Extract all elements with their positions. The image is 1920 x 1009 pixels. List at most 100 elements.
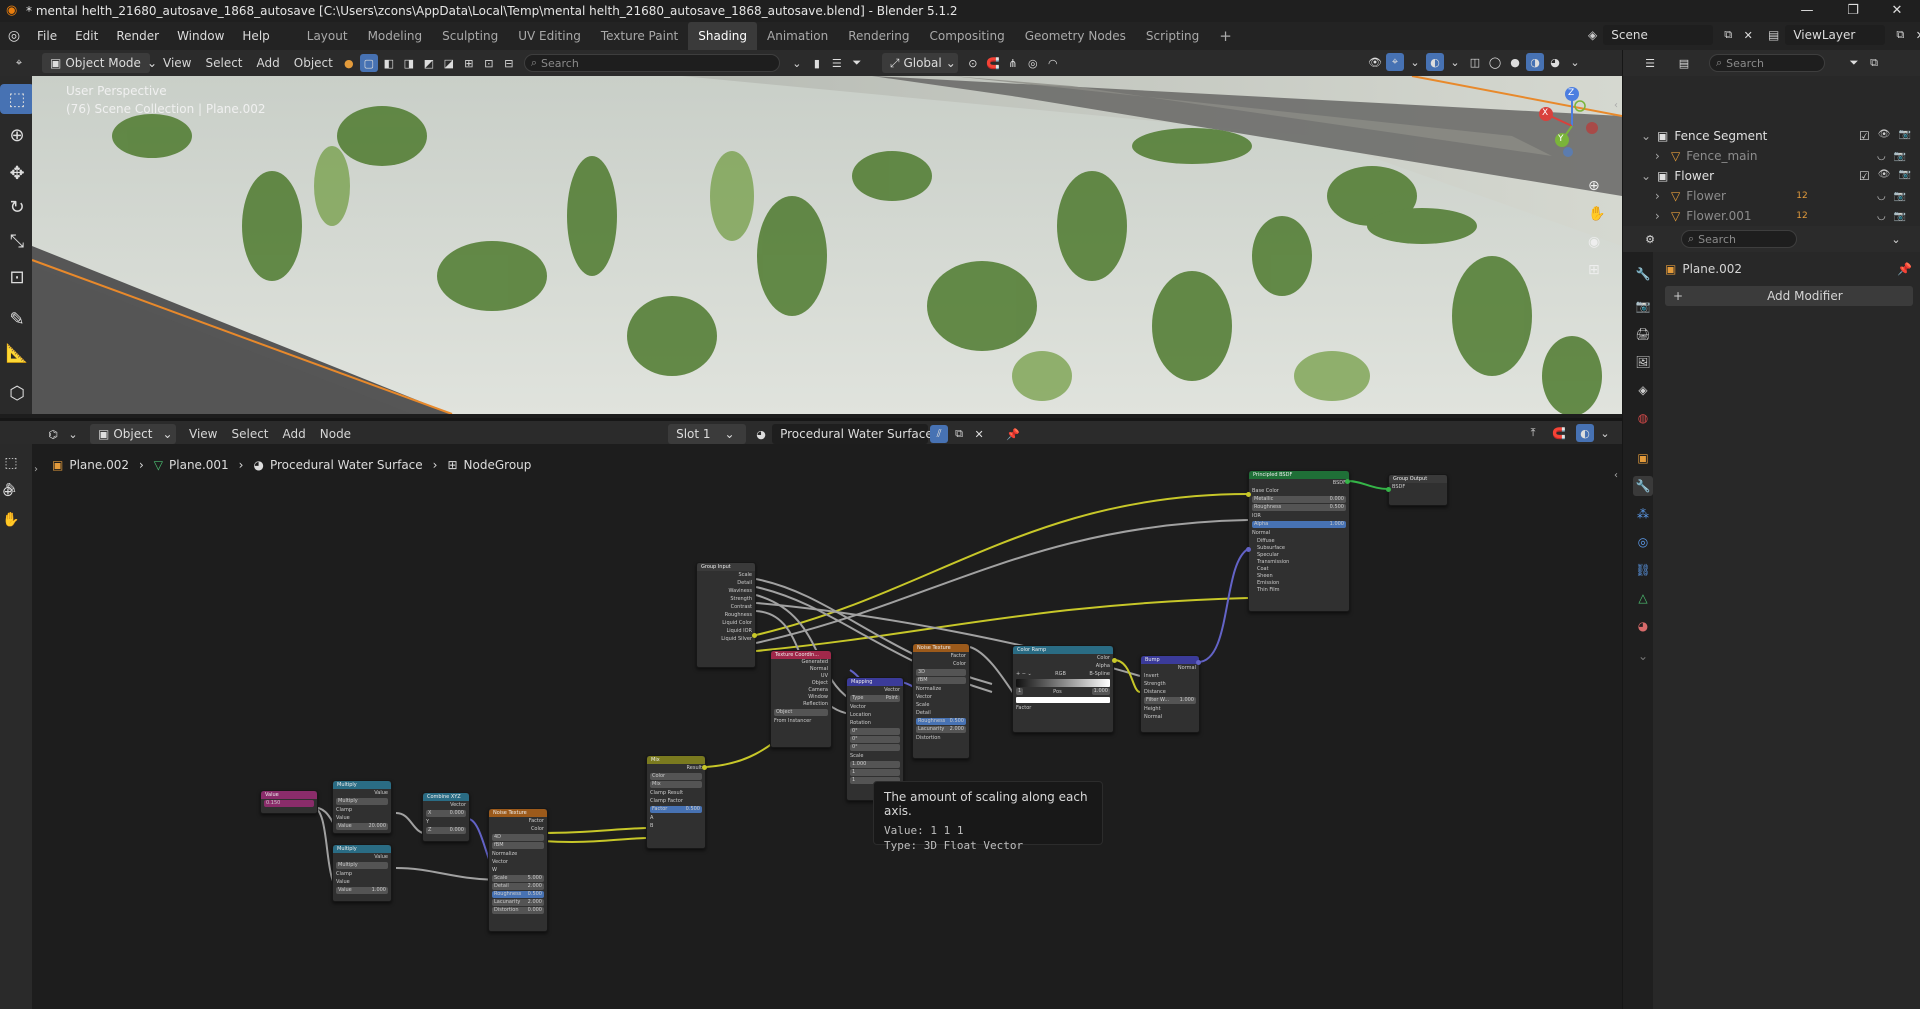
- pin-icon[interactable]: 📌: [1897, 262, 1912, 276]
- material-properties-icon[interactable]: ◕: [1633, 616, 1653, 636]
- more-tabs-icon[interactable]: ⌄: [1633, 646, 1653, 666]
- constraints-properties-icon[interactable]: ⛓: [1633, 560, 1653, 580]
- noise2-distortion-field[interactable]: Distortion 0.000: [492, 907, 544, 914]
- parent-node-tree-icon[interactable]: ⤒: [1524, 424, 1542, 442]
- noise2-dimension-dropdown[interactable]: 4D: [492, 834, 544, 841]
- noise-vector-row[interactable]: Vector: [913, 693, 969, 701]
- new-view-layer-icon[interactable]: ⧉: [1891, 26, 1909, 44]
- mapping-location-row[interactable]: Location: [847, 711, 903, 719]
- texcoord-output-row[interactable]: Object: [771, 680, 831, 687]
- scene-field[interactable]: Scene: [1603, 25, 1714, 45]
- add-stop-icon[interactable]: + − ⌄: [1016, 670, 1032, 678]
- menu-render[interactable]: Render: [107, 22, 168, 50]
- subsurface-panel[interactable]: Subsurface: [1249, 545, 1349, 552]
- texcoord-output-row[interactable]: Window: [771, 694, 831, 701]
- texcoord-output-row[interactable]: Camera: [771, 687, 831, 694]
- viewport-menu-add[interactable]: Add: [250, 56, 287, 70]
- snap-target-icon[interactable]: ⋔: [1004, 54, 1022, 72]
- bump-height-row[interactable]: Height: [1141, 705, 1199, 713]
- cursor-tool-icon[interactable]: ⊕: [0, 120, 34, 150]
- node-pan-icon[interactable]: ✋: [2, 512, 19, 528]
- noise-scale-row[interactable]: Scale: [913, 701, 969, 709]
- camera-icon[interactable]: 📷: [1894, 191, 1906, 202]
- coat-panel[interactable]: Coat: [1249, 566, 1349, 573]
- socket[interactable]: [1345, 479, 1350, 484]
- node-menu-view[interactable]: View: [182, 427, 224, 441]
- alpha-field[interactable]: Alpha 1.000: [1252, 521, 1346, 528]
- tab-scripting[interactable]: Scripting: [1136, 22, 1209, 50]
- socket[interactable]: [1246, 547, 1251, 552]
- collapsed-arrow-icon[interactable]: ›: [1655, 149, 1667, 163]
- zoom-icon[interactable]: ⊕: [1588, 178, 1600, 194]
- transform-pivot-icon[interactable]: ⊡: [480, 54, 498, 72]
- mix-factor-field[interactable]: Factor 0.500: [650, 806, 702, 813]
- multiply-node-1[interactable]: Multiply Value Multiply Clamp Value Valu…: [332, 780, 392, 834]
- render-properties-icon[interactable]: 📷: [1633, 296, 1653, 316]
- rotate-tool-icon[interactable]: ↻: [0, 192, 34, 222]
- mapping-vector-row[interactable]: Vector: [847, 703, 903, 711]
- interpolation-dropdown[interactable]: B-Spline: [1089, 670, 1110, 678]
- tab-modeling[interactable]: Modeling: [358, 22, 433, 50]
- outliner-row[interactable]: › ▽ Flower.001 12 ◡ 📷: [1623, 206, 1919, 226]
- fake-user-icon[interactable]: ⫽: [930, 425, 949, 443]
- select-box-mode-icon[interactable]: ▢: [359, 54, 378, 72]
- ortho-toggle-icon[interactable]: ⊞: [1588, 262, 1600, 278]
- noise-detail-row[interactable]: Detail: [913, 709, 969, 717]
- multiply-operation-dropdown-2[interactable]: Multiply: [336, 862, 388, 869]
- group-input-node[interactable]: Group Input Scale Detail Waviness Strength C…: [696, 562, 756, 668]
- noise-normalize-checkbox[interactable]: Normalize: [913, 685, 969, 693]
- group-input-socket-row[interactable]: Scale: [697, 571, 755, 579]
- metallic-field[interactable]: Metallic 0.000: [1252, 496, 1346, 503]
- remove-scene-icon[interactable]: ✕: [1739, 26, 1757, 44]
- select-box-tool-icon[interactable]: ⬚: [0, 84, 34, 114]
- shading-solid-icon[interactable]: ●: [1506, 53, 1524, 71]
- new-collection-icon[interactable]: ⧉: [1865, 54, 1883, 72]
- multiply-clamp-checkbox-2[interactable]: Clamp: [333, 870, 391, 878]
- pivot-point-icon[interactable]: ⊙: [964, 54, 982, 72]
- value-node[interactable]: Value 0.150: [260, 790, 318, 814]
- scale-y-field[interactable]: 1: [850, 769, 900, 776]
- eye-icon[interactable]: 👁: [1878, 169, 1891, 183]
- scene-selector[interactable]: ◈ Scene ⧉ ✕: [1588, 25, 1759, 45]
- remove-view-layer-icon[interactable]: ✕: [1911, 26, 1920, 44]
- clamp-factor-checkbox[interactable]: Clamp Factor: [647, 797, 705, 805]
- minimize-button[interactable]: —: [1784, 0, 1830, 22]
- close-button[interactable]: ✕: [1874, 0, 1920, 22]
- noise-roughness-field[interactable]: Roughness 0.500: [916, 718, 966, 725]
- scene-properties-icon[interactable]: ◈: [1633, 380, 1653, 400]
- orientation-dropdown[interactable]: ⤢ Global ⌄: [881, 53, 958, 73]
- rotation-x-field[interactable]: 0°: [850, 728, 900, 735]
- select-intersect-icon[interactable]: ◪: [440, 54, 458, 72]
- shading-material-icon[interactable]: ◑: [1526, 53, 1544, 71]
- group-input-socket-row[interactable]: Strength: [697, 595, 755, 603]
- noise2-vector-row[interactable]: Vector: [489, 858, 547, 866]
- color-ramp-factor-input[interactable]: Factor: [1013, 704, 1113, 712]
- move-tool-icon[interactable]: ✥: [0, 158, 34, 188]
- multiply-input-1[interactable]: Value: [333, 814, 391, 822]
- node-zoom-icon[interactable]: ⊕: [2, 484, 14, 500]
- noise2-lacunarity-field[interactable]: Lacunarity 2.000: [492, 899, 544, 906]
- view-layer-selector[interactable]: ▤ ViewLayer ⧉ ✕: [1768, 25, 1920, 45]
- combine-y-input[interactable]: Y: [423, 818, 469, 826]
- tab-animation[interactable]: Animation: [757, 22, 838, 50]
- new-scene-icon[interactable]: ⧉: [1719, 26, 1737, 44]
- socket[interactable]: [1246, 492, 1251, 497]
- view-layer-field[interactable]: ViewLayer: [1785, 25, 1886, 45]
- eye-icon[interactable]: ◡: [1877, 191, 1886, 202]
- add-cube-tool-icon[interactable]: ⬡: [0, 378, 34, 408]
- outliner-row[interactable]: › ▽ Fence_main ◡ 📷: [1623, 146, 1919, 166]
- tab-texture-paint[interactable]: Texture Paint: [591, 22, 688, 50]
- tab-layout[interactable]: Layout: [297, 22, 358, 50]
- mix-blend-dropdown[interactable]: Mix: [650, 781, 702, 788]
- texcoord-output-row[interactable]: Reflection: [771, 701, 831, 708]
- mapping-rotation-row[interactable]: Rotation: [847, 719, 903, 727]
- multiply-operation-dropdown-1[interactable]: Multiply: [336, 798, 388, 805]
- rotation-z-field[interactable]: 0°: [850, 744, 900, 751]
- scale-x-field[interactable]: 1.000: [850, 761, 900, 768]
- group-input-socket-row[interactable]: Liquid IOR: [697, 627, 755, 635]
- scale-tool-icon[interactable]: ⤡: [0, 226, 34, 256]
- gizmo-toggle-icon[interactable]: ⌖: [1386, 53, 1404, 71]
- noise-dimension-dropdown[interactable]: 3D: [916, 669, 966, 676]
- object-picker-field[interactable]: Object: [774, 709, 828, 716]
- noise2-scale-field[interactable]: Scale 5.000: [492, 875, 544, 882]
